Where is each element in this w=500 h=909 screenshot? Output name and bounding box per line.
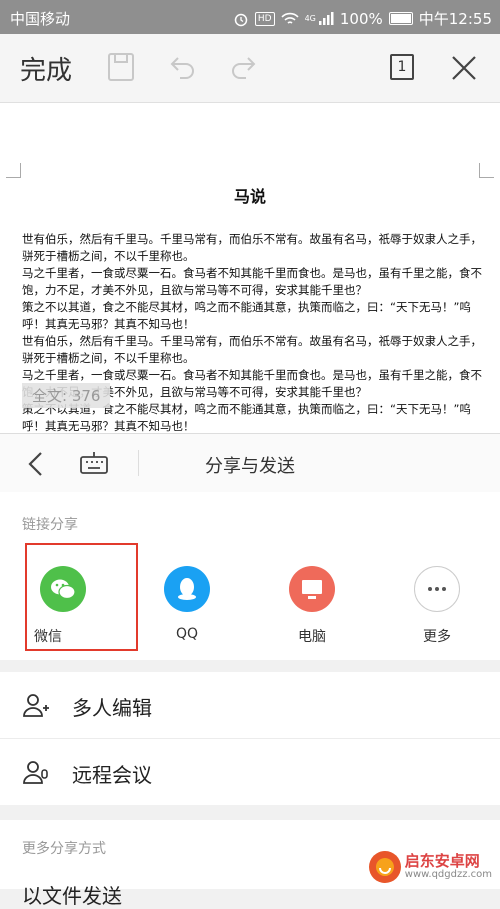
watermark-url: www.qdgdzz.com bbox=[404, 869, 492, 880]
share-qq[interactable]: QQ bbox=[132, 558, 242, 642]
more-icon bbox=[414, 566, 460, 612]
site-watermark: 启东安卓网 www.qdgdzz.com bbox=[368, 851, 492, 883]
meeting-icon bbox=[23, 761, 48, 784]
editor-toolbar: 完成 1 bbox=[0, 34, 500, 103]
undo-icon[interactable] bbox=[168, 52, 198, 82]
computer-icon bbox=[289, 566, 335, 612]
watermark-name: 启东安卓网 bbox=[404, 852, 480, 870]
battery-icon bbox=[388, 12, 413, 25]
page-count-button[interactable]: 1 bbox=[390, 54, 414, 80]
share-target-label: 电脑 bbox=[298, 629, 326, 645]
share-action-list: 多人编辑 远程会议 bbox=[0, 672, 500, 805]
alarm-icon bbox=[234, 13, 248, 26]
list-item-send-file[interactable]: 以文件发送 bbox=[22, 880, 122, 909]
signal-icon bbox=[318, 11, 334, 25]
page-count: 1 bbox=[397, 59, 407, 75]
share-panel-title: 分享与发送 bbox=[205, 456, 295, 477]
share-target-label: 更多 bbox=[423, 629, 451, 645]
hd-icon: HD bbox=[254, 11, 275, 26]
redo-icon[interactable] bbox=[228, 52, 258, 82]
clock: 中午12:55 bbox=[418, 10, 492, 28]
document-paragraph: 策之不以其道，食之不能尽其材，鸣之而不能通其意，执策而临之，曰：“天下无马！”呜… bbox=[22, 300, 471, 331]
status-indicators: HD 4G 100% 中午12:55 bbox=[233, 8, 492, 29]
list-item-label: 多人编辑 bbox=[72, 696, 152, 720]
word-count-badge: 全文: 376 bbox=[22, 383, 111, 408]
list-item-remote-meeting[interactable]: 远程会议 bbox=[0, 738, 500, 805]
qq-icon bbox=[164, 566, 210, 612]
battery-percent: 100% bbox=[339, 9, 383, 28]
margin-corner-left bbox=[6, 163, 21, 178]
list-item-multi-edit[interactable]: 多人编辑 bbox=[0, 672, 500, 738]
share-target-label: QQ bbox=[175, 626, 199, 642]
network-type: 4G bbox=[304, 14, 316, 23]
carrier-name: 中国移动 bbox=[10, 10, 71, 28]
watermark-logo-icon bbox=[368, 851, 401, 883]
wifi-icon bbox=[280, 12, 299, 24]
link-share-label: 链接分享 bbox=[22, 517, 78, 533]
wechat-highlight-box bbox=[25, 543, 138, 651]
status-bar: 中国移动 HD 4G 100% 中午12:55 bbox=[0, 0, 500, 34]
document-paragraph: 世有伯乐，然后有千里马。千里马常有，而伯乐不常有。故虽有名马，祇辱于奴隶人之手，… bbox=[22, 334, 482, 365]
save-icon[interactable] bbox=[107, 52, 135, 82]
share-more[interactable]: 更多 bbox=[382, 558, 492, 646]
document-paragraph: 马之千里者，一食或尽粟一石。食马者不知其能千里而食也。是马也，虽有千里之能，食不… bbox=[22, 266, 482, 297]
close-icon[interactable] bbox=[450, 54, 478, 82]
done-button[interactable]: 完成 bbox=[20, 50, 72, 87]
document-title: 马说 bbox=[233, 187, 266, 206]
share-computer[interactable]: 电脑 bbox=[257, 558, 367, 646]
margin-corner-right bbox=[479, 163, 494, 178]
add-user-icon bbox=[23, 694, 49, 717]
more-share-label: 更多分享方式 bbox=[22, 841, 106, 857]
list-item-label: 远程会议 bbox=[72, 763, 152, 787]
document-paragraph: 世有伯乐，然后有千里马。千里马常有，而伯乐不常有。故虽有名马，祇辱于奴隶人之手，… bbox=[22, 232, 482, 263]
document-preview[interactable]: 马说 世有伯乐，然后有千里马。千里马常有，而伯乐不常有。故虽有名马，祇辱于奴隶人… bbox=[0, 103, 500, 433]
share-header: 分享与发送 bbox=[0, 433, 500, 493]
